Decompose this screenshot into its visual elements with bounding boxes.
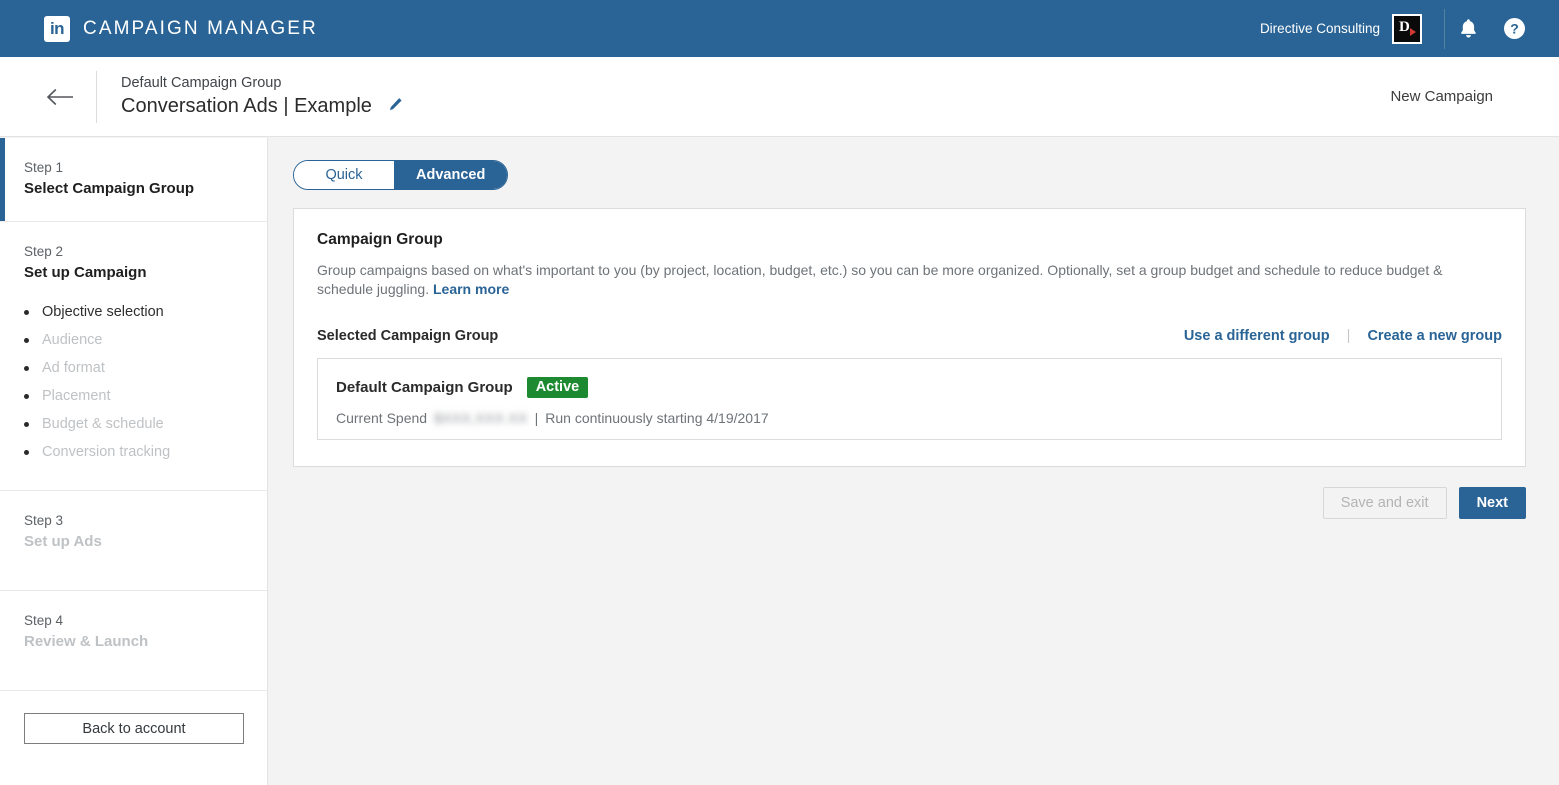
group-actions: Use a different group | Create a new gro… [1184,328,1502,344]
step-1-label: Step 1 [24,160,64,175]
back-to-account-button[interactable]: Back to account [24,713,244,744]
current-spend-value: $XXX,XXX.XX [434,410,528,426]
selected-group-row: Selected Campaign Group Use a different … [317,328,1502,344]
step-3-label: Step 3 [24,513,64,528]
sidebar: Step 1 Select Campaign Group Step 2 Set … [0,138,268,785]
bullet-icon [24,449,29,455]
use-different-group-link[interactable]: Use a different group [1184,328,1330,344]
status-badge: Active [526,377,589,398]
card-description: Group campaigns based on what's importan… [317,261,1502,299]
bullet-icon [24,393,29,399]
breadcrumb-group[interactable]: Default Campaign Group [121,75,403,91]
account-menu[interactable]: Directive Consulting D [1259,8,1445,49]
next-button[interactable]: Next [1458,487,1526,519]
sidebar-item-label: Budget & schedule [42,416,164,432]
bullet-icon [24,365,29,371]
save-and-exit-button[interactable]: Save and exit [1322,487,1447,519]
view-mode-toggle: Quick Advanced [293,160,509,190]
selected-group-header: Default Campaign Group Active [336,377,1483,398]
linkedin-logo-icon: in [44,15,70,42]
brand[interactable]: in CAMPAIGN MANAGER [0,15,318,42]
sidebar-step-1[interactable]: Step 1 Select Campaign Group [0,138,267,222]
bullet-icon [24,337,29,343]
step-4-label: Step 4 [24,613,64,628]
selected-group-name: Default Campaign Group [336,379,513,396]
step-4-title: Review & Launch [24,633,149,650]
link-separator: | [1346,328,1351,344]
main-content: Quick Advanced Campaign Group Group camp… [269,138,1559,785]
bullet-icon [24,421,29,427]
sidebar-item-label: Placement [42,388,111,404]
account-name: Directive Consulting [1259,21,1380,36]
sidebar-item-label: Audience [42,332,103,348]
step-2-substeps: Objective selection Audience Ad format P… [24,298,243,466]
help-button[interactable]: ? [1491,0,1537,57]
step-3-title: Set up Ads [24,533,102,550]
back-button[interactable] [32,88,88,106]
group-schedule: Run continuously starting 4/19/2017 [545,410,769,426]
sidebar-step-3[interactable]: Step 3 Set up Ads [0,491,267,591]
campaign-group-card: Campaign Group Group campaigns based on … [293,208,1526,467]
step-2-title: Set up Campaign [24,264,147,281]
sidebar-item-placement[interactable]: Placement [24,382,243,410]
sidebar-item-audience[interactable]: Audience [24,326,243,354]
back-to-account-wrap: Back to account [0,691,267,766]
campaign-title-row: Conversation Ads | Example [121,95,403,118]
breadcrumb: Default Campaign Group Conversation Ads … [121,75,403,118]
sidebar-item-budget-schedule[interactable]: Budget & schedule [24,410,243,438]
step-1-title: Select Campaign Group [24,180,195,197]
sub-header: Default Campaign Group Conversation Ads … [0,57,1559,137]
sidebar-step-4[interactable]: Step 4 Review & Launch [0,591,267,691]
page-title: Conversation Ads | Example [121,95,372,117]
bell-icon [1460,19,1476,38]
selected-group-meta: Current Spend $XXX,XXX.XX | Run continuo… [336,410,1483,426]
pencil-edit-icon [389,97,402,110]
help-circle-icon: ? [1503,18,1525,39]
form-actions: Save and exit Next [293,487,1526,519]
header-divider [96,70,97,123]
sidebar-item-label: Objective selection [42,304,164,320]
tab-quick[interactable]: Quick [294,161,394,189]
bullet-icon [24,309,29,315]
brand-title: CAMPAIGN MANAGER [83,17,318,39]
top-header: in CAMPAIGN MANAGER Directive Consulting… [0,0,1559,57]
edit-campaign-name-button[interactable] [388,97,403,117]
current-spend-label: Current Spend [336,410,428,426]
sidebar-item-label: Conversion tracking [42,444,171,460]
meta-separator: | [534,410,539,426]
arrow-left-icon [46,88,73,105]
step-2-label: Step 2 [24,244,64,259]
avatar-triangle-icon [1410,27,1416,36]
selected-group-box[interactable]: Default Campaign Group Active Current Sp… [317,358,1502,440]
avatar-letter: D [1399,18,1410,35]
sidebar-item-ad-format[interactable]: Ad format [24,354,243,382]
svg-text:?: ? [1510,21,1519,37]
create-new-group-link[interactable]: Create a new group [1367,328,1502,344]
new-campaign-label: New Campaign [1390,88,1493,105]
selected-group-label: Selected Campaign Group [317,328,499,344]
header-right: Directive Consulting D ? [1260,0,1559,57]
sidebar-step-2[interactable]: Step 2 Set up Campaign Objective selecti… [0,222,267,491]
sidebar-item-conversion-tracking[interactable]: Conversion tracking [24,438,243,466]
notifications-button[interactable] [1445,0,1491,57]
card-title: Campaign Group [317,231,443,248]
learn-more-link[interactable]: Learn more [433,281,509,297]
tab-advanced[interactable]: Advanced [394,161,508,189]
avatar[interactable]: D [1392,13,1422,44]
sidebar-item-objective-selection[interactable]: Objective selection [24,298,243,326]
sidebar-item-label: Ad format [42,360,105,376]
